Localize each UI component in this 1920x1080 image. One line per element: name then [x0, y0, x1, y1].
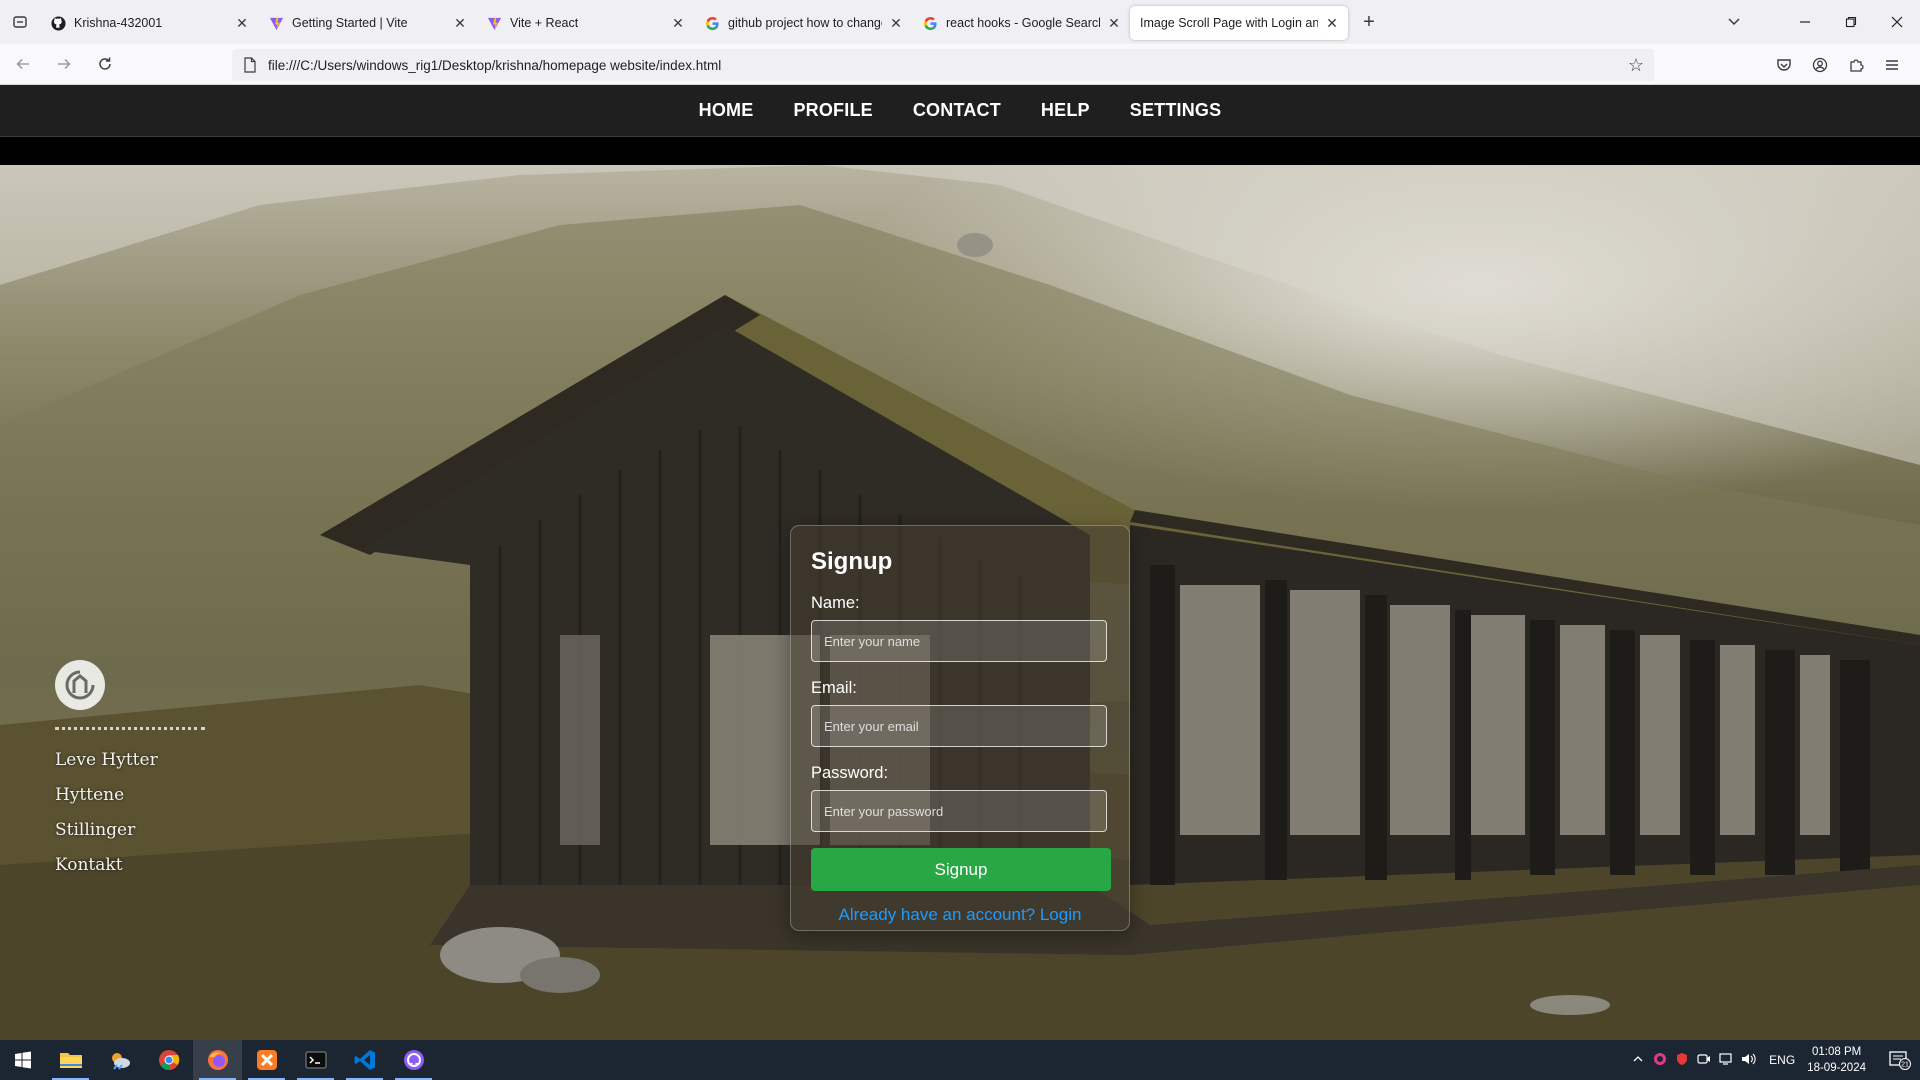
google-icon — [704, 15, 720, 31]
chrome-icon[interactable] — [144, 1040, 193, 1080]
nav-link-settings[interactable]: SETTINGS — [1130, 100, 1222, 121]
github-icon — [50, 15, 66, 31]
google-icon — [922, 15, 938, 31]
browser-tab[interactable]: Vite + React ✕ — [476, 6, 694, 40]
close-icon[interactable]: ✕ — [888, 15, 904, 31]
hero-sidebar: Leve Hytter Hyttene Stillinger Kontakt — [55, 660, 215, 890]
tab-title: Krishna-432001 — [74, 16, 163, 30]
camera-tray-icon[interactable] — [1693, 1052, 1715, 1069]
xampp-icon[interactable] — [242, 1040, 291, 1080]
browser-tab[interactable]: Krishna-432001 ✕ — [40, 6, 258, 40]
close-icon[interactable]: ✕ — [234, 15, 250, 31]
vite-icon — [268, 15, 284, 31]
app-tray-icon[interactable] — [1649, 1052, 1671, 1069]
signup-form: Signup Name: Email: Password: Signup Alr… — [790, 525, 1130, 931]
weather-widget-icon[interactable] — [95, 1040, 144, 1080]
back-arrow-icon[interactable] — [5, 48, 41, 80]
network-icon[interactable] — [1715, 1052, 1737, 1069]
browser-tab[interactable]: Getting Started | Vite ✕ — [258, 6, 476, 40]
nav-link-help[interactable]: HELP — [1041, 100, 1090, 121]
name-input[interactable] — [811, 620, 1107, 662]
new-tab-plus-icon[interactable]: + — [1352, 5, 1386, 39]
name-label: Name: — [811, 594, 860, 612]
url-text: file:///C:/Users/windows_rig1/Desktop/kr… — [268, 57, 722, 73]
toolbar-tools — [1766, 44, 1910, 85]
security-tray-icon[interactable] — [1671, 1052, 1693, 1069]
terminal-icon[interactable] — [291, 1040, 340, 1080]
email-input[interactable] — [811, 705, 1107, 747]
notification-center-icon[interactable]: 21 — [1880, 1040, 1920, 1080]
hero-menu-item[interactable]: Leve Hytter — [55, 750, 215, 785]
email-label: Email: — [811, 679, 857, 697]
vite-icon — [486, 15, 502, 31]
browser-tab[interactable]: react hooks - Google Search ✕ — [912, 6, 1130, 40]
pocket-icon[interactable] — [1766, 49, 1802, 81]
signup-title: Signup — [811, 548, 893, 575]
reload-icon[interactable] — [87, 48, 123, 80]
bookmark-star-icon[interactable]: ☆ — [1628, 55, 1644, 76]
hero-menu-item[interactable]: Stillinger — [55, 820, 215, 855]
browser-tab-strip: Krishna-432001 ✕ Getting Started | Vite … — [0, 0, 1920, 44]
url-bar[interactable]: file:///C:/Users/windows_rig1/Desktop/kr… — [232, 49, 1654, 81]
notification-count: 21 — [1901, 1062, 1909, 1069]
hero-menu-item[interactable]: Kontakt — [55, 855, 215, 890]
nav-link-home[interactable]: HOME — [699, 100, 754, 121]
hero-menu-item[interactable]: Hyttene — [55, 785, 215, 820]
forward-arrow-icon[interactable] — [46, 48, 82, 80]
hero-menu: Leve Hytter Hyttene Stillinger Kontakt — [55, 750, 215, 890]
speaker-icon[interactable] — [1737, 1052, 1759, 1069]
close-icon[interactable]: ✕ — [1324, 15, 1340, 31]
github-desktop-icon[interactable] — [389, 1040, 438, 1080]
tab-title: Getting Started | Vite — [292, 16, 408, 30]
extensions-puzzle-icon[interactable] — [1838, 49, 1874, 81]
clock-date: 18-09-2024 — [1807, 1062, 1866, 1074]
clock[interactable]: 01:08 PM 18-09-2024 — [1807, 1044, 1866, 1076]
account-icon[interactable] — [1802, 49, 1838, 81]
clock-time: 01:08 PM — [1811, 1046, 1862, 1058]
login-link[interactable]: Already have an account? Login — [811, 905, 1109, 925]
nav-link-contact[interactable]: CONTACT — [913, 100, 1001, 121]
file-explorer-icon[interactable] — [46, 1040, 95, 1080]
password-input[interactable] — [811, 790, 1107, 832]
close-icon[interactable]: ✕ — [670, 15, 686, 31]
file-page-icon — [242, 57, 258, 73]
web-page: HOME PROFILE CONTACT HELP SETTINGS Leve … — [0, 85, 1920, 1040]
nav-link-profile[interactable]: PROFILE — [793, 100, 872, 121]
tab-title: react hooks - Google Search — [946, 16, 1100, 30]
restore-icon[interactable] — [1828, 0, 1874, 44]
minimize-icon[interactable] — [1782, 0, 1828, 44]
language-indicator[interactable]: ENG — [1769, 1053, 1795, 1067]
close-icon[interactable]: ✕ — [1106, 15, 1122, 31]
browser-tab[interactable]: github project how to change p ✕ — [694, 6, 912, 40]
password-label: Password: — [811, 764, 889, 782]
hero-background-image: Leve Hytter Hyttene Stillinger Kontakt S… — [0, 165, 1920, 1040]
browser-toolbar: file:///C:/Users/windows_rig1/Desktop/kr… — [0, 44, 1920, 85]
brand-logo-icon[interactable] — [55, 660, 105, 710]
close-window-icon[interactable] — [1874, 0, 1920, 44]
chevron-down-icon[interactable] — [1712, 14, 1756, 31]
close-icon[interactable]: ✕ — [452, 15, 468, 31]
navbar-bottom-strip — [0, 136, 1920, 165]
browser-tab-active[interactable]: Image Scroll Page with Login and Si ✕ — [1130, 6, 1348, 40]
dotted-divider — [55, 727, 205, 730]
tab-list-icon[interactable] — [0, 0, 40, 44]
chevron-up-icon[interactable] — [1627, 1053, 1649, 1068]
site-navbar: HOME PROFILE CONTACT HELP SETTINGS — [0, 85, 1920, 136]
firefox-icon[interactable] — [193, 1040, 242, 1080]
signup-button[interactable]: Signup — [811, 848, 1111, 891]
system-tray: ENG 01:08 PM 18-09-2024 21 — [1627, 1040, 1920, 1080]
tab-title: github project how to change p — [728, 16, 882, 30]
vscode-icon[interactable] — [340, 1040, 389, 1080]
hamburger-menu-icon[interactable] — [1874, 49, 1910, 81]
tab-title: Vite + React — [510, 16, 579, 30]
windows-start-icon[interactable] — [0, 1040, 46, 1080]
window-controls — [1712, 0, 1920, 44]
windows-taskbar: ENG 01:08 PM 18-09-2024 21 — [0, 1040, 1920, 1080]
tab-title: Image Scroll Page with Login and Si — [1140, 16, 1318, 30]
